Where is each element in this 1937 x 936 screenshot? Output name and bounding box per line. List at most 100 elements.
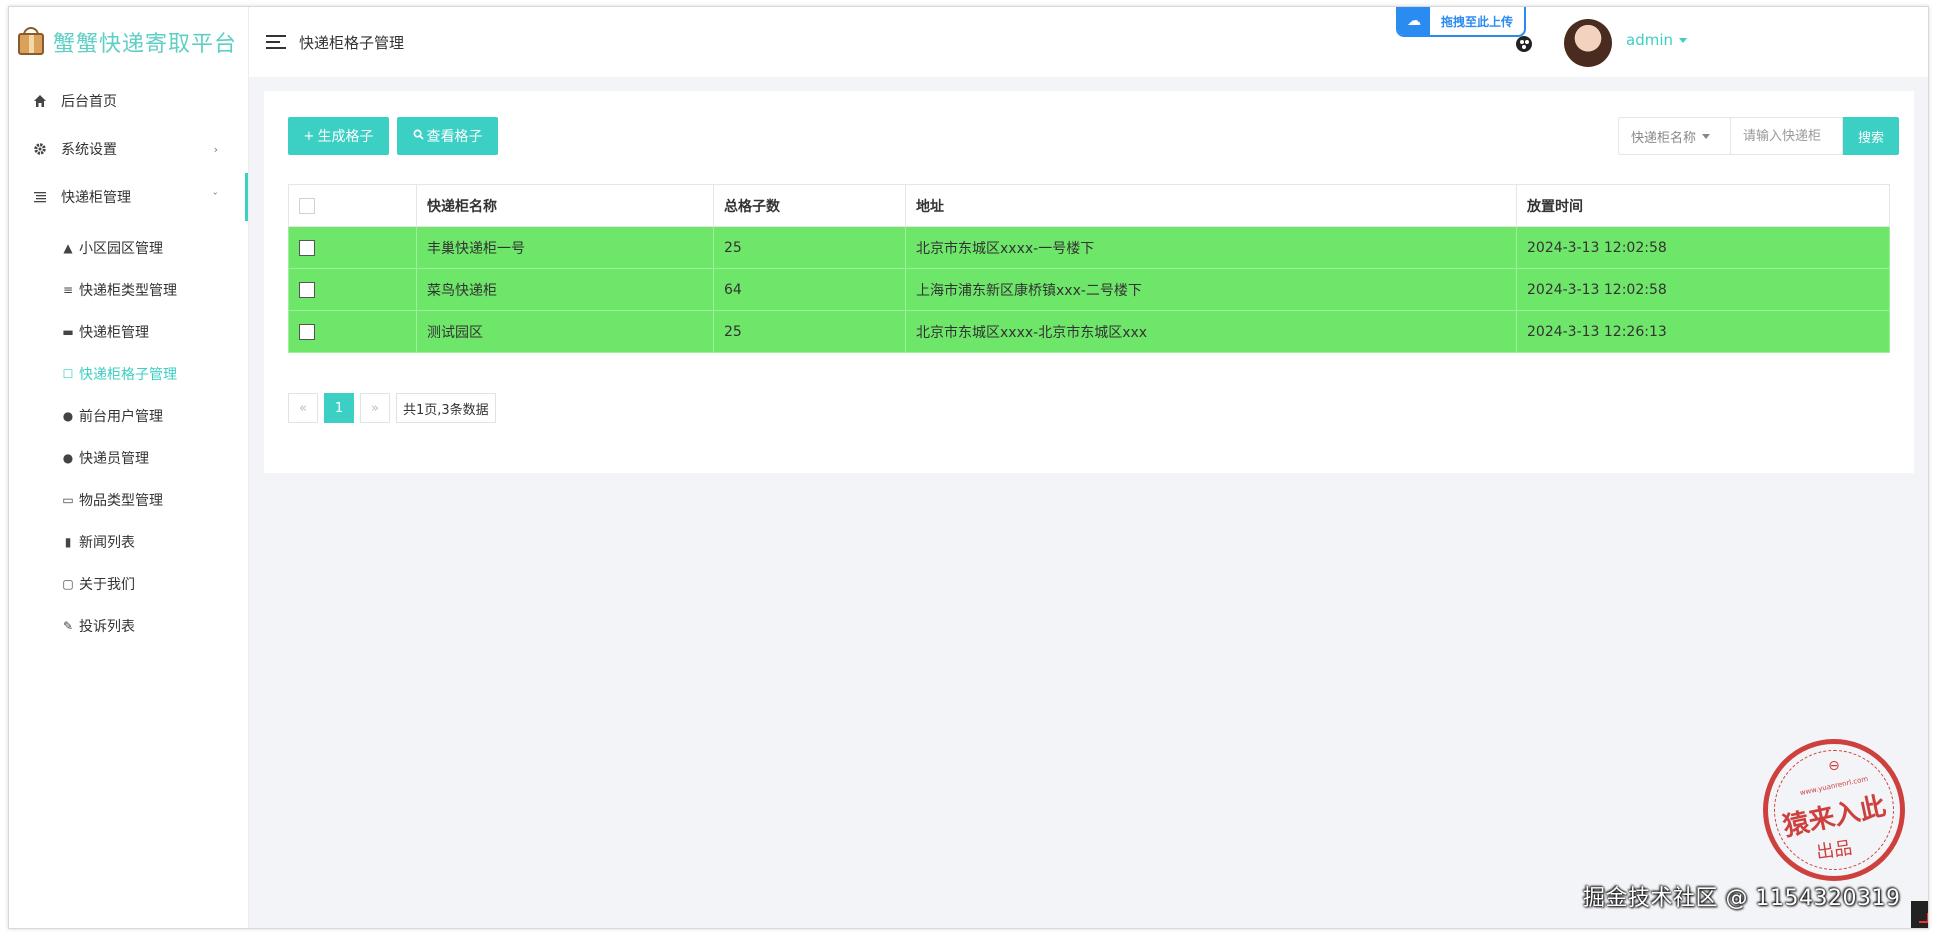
sidebar-item-label: 物品类型管理 [79, 493, 163, 509]
total-cells-cell: 64 [713, 268, 906, 311]
upload-drop-badge[interactable]: ☁ 拖拽至此上传 [1396, 7, 1526, 37]
locker-name-cell: 菜鸟快递柜 [416, 268, 714, 311]
row-select-cell [288, 268, 417, 311]
chevron-down-icon: ˇ [212, 190, 219, 204]
view-cells-button[interactable]: 查看格子 [397, 117, 498, 155]
sidebar-item-label: 快递员管理 [79, 451, 149, 467]
cloud-icon: ☁ [1398, 7, 1430, 35]
navigation-icon: ▲ [63, 241, 73, 255]
sidebar-item-couriers[interactable]: ● 快递员管理 [9, 437, 248, 479]
menu-icon: ≡ [62, 283, 74, 297]
sidebar-item-label: 快递柜类型管理 [79, 283, 177, 299]
sidebar-item-locker-cells[interactable]: ☐ 快递柜格子管理 [9, 353, 248, 395]
generate-cells-label: 生成格子 [317, 129, 374, 145]
scroll-corner-icon[interactable] [1911, 901, 1928, 928]
app-window: 蟹蟹快递寄取平台 后台首页 系统设置 › 快递柜管理 ˇ ▲ 小区园区管理 ≡ … [8, 6, 1929, 929]
sidebar-item-item-types[interactable]: ▭ 物品类型管理 [9, 479, 248, 521]
select-all-checkbox[interactable] [299, 197, 315, 214]
sidebar-item-label: 小区园区管理 [79, 241, 163, 257]
address-cell: 北京市东城区xxxx-北京市东城区xxx [905, 310, 1517, 353]
sidebar-item-users[interactable]: ● 前台用户管理 [9, 395, 248, 437]
id-card-icon: ▬ [62, 325, 74, 339]
plus-icon: + [303, 128, 315, 144]
table-row[interactable]: 丰巢快递柜一号 25 北京市东城区xxxx-一号楼下 2024-3-13 12:… [288, 226, 1890, 269]
sidebar-nav: 后台首页 系统设置 › 快递柜管理 ˇ [9, 77, 248, 221]
placed-time-cell: 2024-3-13 12:02:58 [1516, 226, 1890, 269]
sidebar-item-locker-types[interactable]: ≡ 快递柜类型管理 [9, 269, 248, 311]
search-input[interactable] [1731, 117, 1843, 155]
locker-cells-table: 快递柜名称 总格子数 地址 放置时间 丰巢快递柜一号 25 北京市东城区xxxx… [288, 184, 1890, 353]
sidebar-item-label: 关于我们 [79, 577, 135, 593]
menu-toggle-icon[interactable] [266, 35, 286, 49]
address-cell: 上海市浦东新区康桥镇xxx-二号楼下 [905, 268, 1517, 311]
table-row[interactable]: 测试园区 25 北京市东城区xxxx-北京市东城区xxx 2024-3-13 1… [288, 310, 1890, 353]
total-cells-cell: 25 [713, 226, 906, 269]
table-header-row: 快递柜名称 总格子数 地址 放置时间 [288, 184, 1890, 227]
row-select-cell [288, 226, 417, 269]
row-checkbox[interactable] [299, 239, 315, 256]
list-icon [31, 190, 49, 204]
column-header[interactable]: 放置时间 [1516, 184, 1890, 227]
locker-name-cell: 测试园区 [416, 310, 714, 353]
sidebar-item-label: 前台用户管理 [79, 409, 163, 425]
pagination-summary: 共1页,3条数据 [396, 393, 496, 423]
sidebar-item-label: 快递柜管理 [79, 325, 149, 341]
chevron-right-icon: › [213, 142, 218, 156]
sidebar-item-label: 新闻列表 [79, 535, 135, 551]
column-header[interactable]: 总格子数 [713, 184, 906, 227]
row-select-cell [288, 310, 417, 353]
search-group: 快递柜名称 搜索 [1618, 117, 1899, 155]
sidebar-item-lockers[interactable]: ▬ 快递柜管理 [9, 311, 248, 353]
sidebar-item-locker-management[interactable]: 快递柜管理 ˇ [9, 173, 248, 221]
sidebar-subnav: ▲ 小区园区管理 ≡ 快递柜类型管理 ▬ 快递柜管理 ☐ 快递柜格子管理 ● 前… [9, 221, 248, 647]
sidebar-item-news[interactable]: ▮ 新闻列表 [9, 521, 248, 563]
watermark: 掘金技术社区 @ 1154320319 [1583, 886, 1901, 911]
row-checkbox[interactable] [299, 323, 315, 340]
column-header[interactable]: 快递柜名称 [416, 184, 714, 227]
view-cells-label: 查看格子 [426, 129, 483, 145]
sidebar-item-about[interactable]: ▢ 关于我们 [9, 563, 248, 605]
address-cell: 北京市东城区xxxx-一号楼下 [905, 226, 1517, 269]
sidebar-item-label: 系统设置 [61, 142, 117, 158]
locker-name-cell: 丰巢快递柜一号 [416, 226, 714, 269]
page-button-current[interactable]: 1 [324, 393, 354, 423]
square-icon: ☐ [62, 367, 74, 381]
app-title: 蟹蟹快递寄取平台 [53, 32, 238, 57]
placed-time-cell: 2024-3-13 12:26:13 [1516, 310, 1890, 353]
search-button[interactable]: 搜索 [1843, 117, 1899, 155]
user-menu[interactable]: admin [1626, 31, 1687, 49]
pencil-icon: ✎ [62, 619, 74, 633]
search-icon [413, 129, 424, 144]
total-cells-cell: 25 [713, 310, 906, 353]
avatar[interactable] [1564, 19, 1612, 67]
prev-page-button[interactable]: « [288, 393, 318, 423]
sidebar-item-community[interactable]: ▲ 小区园区管理 [9, 227, 248, 269]
seal-stamp: ⊖ www.yuanrenrl.com 猿来入此 出品 [1763, 739, 1905, 881]
main-panel: + 生成格子 查看格子 快递柜名称 搜索 快递柜名称 总 [264, 91, 1914, 473]
caret-down-icon [1702, 133, 1711, 139]
table-row[interactable]: 菜鸟快递柜 64 上海市浦东新区康桥镇xxx-二号楼下 2024-3-13 12… [288, 268, 1890, 311]
upload-badge-label: 拖拽至此上传 [1440, 14, 1513, 29]
sidebar-item-complaints[interactable]: ✎ 投诉列表 [9, 605, 248, 647]
box-logo-icon [15, 25, 49, 59]
brand[interactable]: 蟹蟹快递寄取平台 [9, 7, 248, 77]
row-checkbox[interactable] [299, 281, 315, 298]
caret-down-icon [1679, 38, 1687, 43]
pagination: « 1 » 共1页,3条数据 [288, 393, 502, 423]
generate-cells-button[interactable]: + 生成格子 [288, 117, 389, 155]
comment-icon: ▢ [62, 577, 74, 591]
sidebar-item-settings[interactable]: 系统设置 › [9, 125, 248, 173]
sidebar-item-label: 快递柜管理 [61, 190, 131, 206]
next-page-button[interactable]: » [360, 393, 390, 423]
palette-icon[interactable] [1516, 36, 1532, 52]
sidebar-item-label: 后台首页 [61, 94, 117, 110]
sidebar-item-label: 投诉列表 [79, 619, 135, 635]
user-icon: ● [62, 451, 74, 465]
select-all-cell [288, 184, 417, 227]
sidebar-item-home[interactable]: 后台首页 [9, 77, 248, 125]
page-title: 快递柜格子管理 [299, 33, 405, 52]
column-header[interactable]: 地址 [905, 184, 1517, 227]
search-field-select[interactable]: 快递柜名称 [1618, 117, 1731, 155]
sidebar: 蟹蟹快递寄取平台 后台首页 系统设置 › 快递柜管理 ˇ ▲ 小区园区管理 ≡ … [9, 7, 249, 928]
search-field-label: 快递柜名称 [1631, 130, 1697, 146]
